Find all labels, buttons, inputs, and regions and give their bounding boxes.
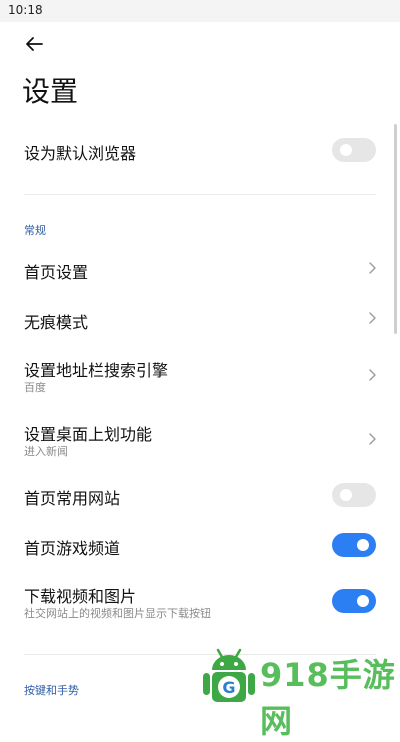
download-media-toggle[interactable] bbox=[332, 589, 376, 613]
common-sites-label: 首页常用网站 bbox=[24, 489, 121, 508]
homepage-settings-row[interactable]: 首页设置 bbox=[0, 246, 400, 290]
incognito-row[interactable]: 无痕模式 bbox=[0, 296, 400, 340]
chevron-right-icon bbox=[369, 369, 376, 381]
toggle-knob bbox=[357, 539, 369, 551]
swipe-function-row[interactable]: 设置桌面上划功能 进入新闻 bbox=[0, 414, 400, 466]
watermark-logo: G 918手游网 bbox=[200, 644, 396, 740]
search-engine-row[interactable]: 设置地址栏搜索引擎 百度 bbox=[0, 350, 400, 402]
toggle-knob bbox=[357, 595, 369, 607]
swipe-function-value: 进入新闻 bbox=[24, 445, 68, 458]
back-button[interactable] bbox=[18, 30, 50, 58]
android-robot-icon: G bbox=[203, 648, 255, 702]
download-media-label: 下载视频和图片 bbox=[24, 587, 137, 606]
status-time: 10:18 bbox=[8, 3, 43, 17]
game-channel-label: 首页游戏频道 bbox=[24, 539, 121, 558]
default-browser-row[interactable]: 设为默认浏览器 bbox=[0, 124, 400, 176]
incognito-label: 无痕模式 bbox=[24, 313, 89, 332]
default-browser-toggle[interactable] bbox=[332, 138, 376, 162]
common-sites-toggle[interactable] bbox=[332, 483, 376, 507]
back-arrow-icon bbox=[26, 37, 43, 51]
status-bar: 10:18 bbox=[0, 0, 400, 22]
swipe-function-label: 设置桌面上划功能 bbox=[24, 425, 153, 444]
watermark-text: 918手游网 bbox=[260, 656, 396, 740]
default-browser-label: 设为默认浏览器 bbox=[24, 144, 137, 163]
divider bbox=[24, 194, 376, 195]
section-header-keys-gestures: 按键和手势 bbox=[24, 684, 79, 697]
toggle-knob bbox=[340, 144, 352, 156]
game-channel-row[interactable]: 首页游戏频道 bbox=[0, 524, 400, 568]
download-media-row[interactable]: 下载视频和图片 社交网站上的视频和图片显示下载按钮 bbox=[0, 576, 400, 630]
chevron-right-icon bbox=[369, 262, 376, 274]
chevron-right-icon bbox=[369, 433, 376, 445]
download-media-description: 社交网站上的视频和图片显示下载按钮 bbox=[24, 607, 211, 620]
page-title: 设置 bbox=[22, 75, 79, 108]
common-sites-row[interactable]: 首页常用网站 bbox=[0, 474, 400, 518]
watermark-letter: G bbox=[222, 678, 235, 697]
toggle-knob bbox=[340, 489, 352, 501]
search-engine-value: 百度 bbox=[24, 381, 46, 394]
homepage-settings-label: 首页设置 bbox=[24, 263, 89, 282]
search-engine-label: 设置地址栏搜索引擎 bbox=[24, 361, 169, 380]
section-header-general: 常规 bbox=[24, 224, 46, 237]
game-channel-toggle[interactable] bbox=[332, 533, 376, 557]
chevron-right-icon bbox=[369, 312, 376, 324]
